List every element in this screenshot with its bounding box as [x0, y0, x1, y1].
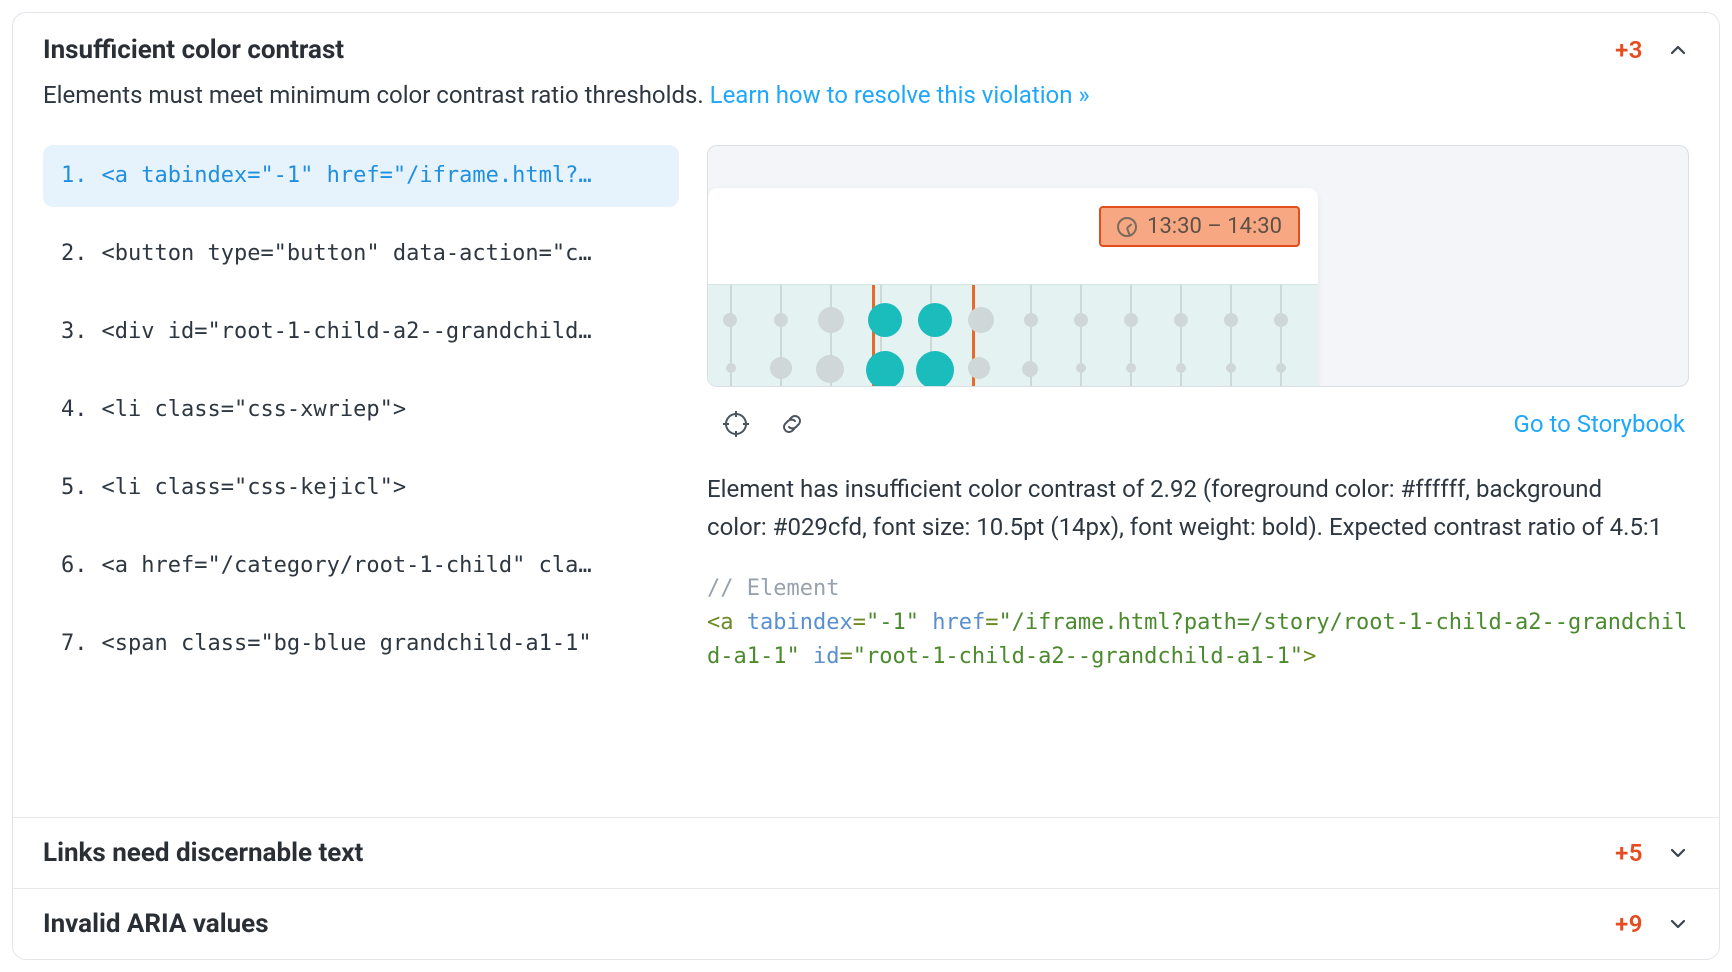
code-comment: // Element: [707, 576, 839, 601]
violation-item-2[interactable]: 2. <button type="button" data-action="c…: [43, 223, 679, 285]
preview-action-row: Go to Storybook: [707, 387, 1689, 443]
violation-item-number: 1.: [61, 145, 88, 207]
violation-detail-text: Element has insufficient color contrast …: [707, 443, 1667, 545]
violation-item-code: <button type="button" data-action="c…: [102, 223, 592, 285]
chevron-down-icon[interactable]: [1667, 913, 1689, 935]
learn-more-link[interactable]: Learn how to resolve this violation »: [710, 81, 1090, 109]
violation-item-number: 5.: [61, 457, 88, 519]
clock-icon: [1117, 217, 1137, 237]
violation-item-number: 4.: [61, 379, 88, 441]
violation-item-code: <span class="bg-blue grandchild-a1-1": [102, 613, 592, 675]
violation-item-4[interactable]: 4. <li class="css-xwriep">: [43, 379, 679, 441]
time-range-chip: 13:30 – 14:30: [1099, 206, 1300, 247]
go-to-storybook-link[interactable]: Go to Storybook: [1513, 410, 1685, 438]
violation-item-number: 2.: [61, 223, 88, 285]
violation-item-number: 7.: [61, 613, 88, 675]
violation-item-number: 3.: [61, 301, 88, 363]
violation-section-header[interactable]: Insufficient color contrast +3: [13, 13, 1719, 65]
violation-item-5[interactable]: 5. <li class="css-kejicl">: [43, 457, 679, 519]
violation-detail: 13:30 – 14:30: [707, 145, 1689, 691]
violation-item-1[interactable]: 1. <a tabindex="-1" href="/iframe.html?…: [43, 145, 679, 207]
violation-element-list: 1. <a tabindex="-1" href="/iframe.html?……: [43, 145, 679, 691]
violation-content: 1. <a tabindex="-1" href="/iframe.html?……: [13, 111, 1719, 691]
violation-item-code: <a href="/category/root-1-child" cla…: [102, 535, 592, 597]
chevron-up-icon[interactable]: [1667, 39, 1689, 61]
violation-item-6[interactable]: 6. <a href="/category/root-1-child" cla…: [43, 535, 679, 597]
violation-item-code: <div id="root-1-child-a2--grandchild…: [102, 301, 592, 363]
violation-section-collapsed-1[interactable]: Links need discernable text +5: [13, 817, 1719, 888]
violation-count: +3: [1615, 36, 1643, 64]
violation-description-row: Elements must meet minimum color contras…: [13, 65, 1719, 111]
chevron-down-icon[interactable]: [1667, 842, 1689, 864]
violation-item-number: 6.: [61, 535, 88, 597]
time-range-text: 13:30 – 14:30: [1147, 214, 1282, 239]
violation-count: +9: [1615, 910, 1643, 938]
violation-item-code: <a tabindex="-1" href="/iframe.html?…: [102, 145, 592, 207]
a11y-report-panel: Insufficient color contrast +3 Elements …: [12, 12, 1720, 960]
element-source-code: // Element <a tabindex="-1" href="/ifram…: [707, 546, 1689, 674]
element-preview: 13:30 – 14:30: [707, 145, 1689, 387]
violation-title: Invalid ARIA values: [43, 909, 1615, 939]
target-icon[interactable]: [717, 405, 755, 443]
violation-item-3[interactable]: 3. <div id="root-1-child-a2--grandchild…: [43, 301, 679, 363]
violation-title: Links need discernable text: [43, 838, 1615, 868]
violation-item-7[interactable]: 7. <span class="bg-blue grandchild-a1-1": [43, 613, 679, 675]
violation-count: +5: [1615, 839, 1643, 867]
violation-title: Insufficient color contrast: [43, 35, 1615, 65]
violation-section-collapsed-2[interactable]: Invalid ARIA values +9: [13, 888, 1719, 959]
violation-item-code: <li class="css-kejicl">: [102, 457, 407, 519]
link-icon[interactable]: [773, 405, 811, 443]
violation-item-code: <li class="css-xwriep">: [102, 379, 407, 441]
violation-description: Elements must meet minimum color contras…: [43, 81, 704, 109]
preview-dots-strip: [708, 284, 1318, 387]
preview-component: 13:30 – 14:30: [708, 188, 1318, 387]
